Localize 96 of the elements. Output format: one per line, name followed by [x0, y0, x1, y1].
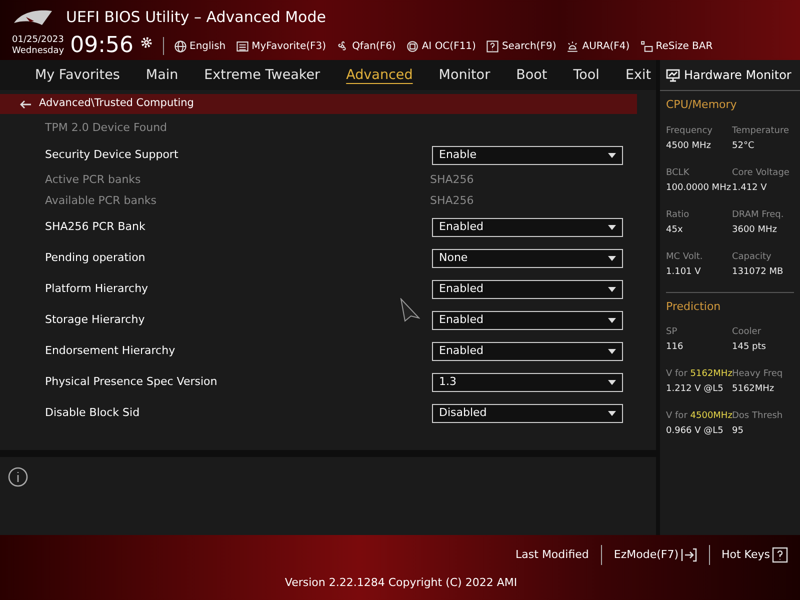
dropdown[interactable]: Enabled	[432, 342, 623, 361]
settings-icon[interactable]	[140, 36, 153, 48]
metric-value: 145 pts	[732, 341, 767, 354]
back-arrow-icon[interactable]	[20, 100, 31, 108]
metric-value: 116	[666, 341, 684, 354]
metric-value: 1.412 V	[732, 182, 768, 194]
caret-icon	[608, 256, 616, 261]
caret-icon	[608, 318, 616, 323]
metric-label: BCLK	[666, 166, 690, 180]
setting-label: Platform Hierarchy	[45, 281, 150, 298]
metric-label: Core Voltage	[732, 166, 790, 180]
caret-icon	[608, 349, 616, 354]
date-text: 01/25/2023	[12, 35, 64, 46]
dropdown[interactable]: Enabled	[432, 280, 623, 299]
caret-icon	[608, 152, 616, 158]
metric-value: 5162MHz	[732, 383, 776, 396]
cursor-icon	[400, 298, 420, 322]
version-text: Version 2.22.1284 Copyright (C) 2022 AMI	[284, 575, 518, 591]
menu-tab[interactable]: Advanced	[346, 64, 413, 86]
setting-label: SHA256 PCR Bank	[45, 219, 146, 236]
dropdown[interactable]: Enabled	[432, 311, 623, 330]
toolbar-button[interactable]: AI OC(F11)	[406, 38, 476, 54]
logo-icon	[12, 8, 54, 26]
footer-button[interactable]: Hot Keys	[722, 546, 788, 564]
setting-label: Disable Block Sid	[45, 405, 141, 422]
metric-label: Cooler	[732, 326, 762, 339]
setting-label: TPM 2.0 Device Found	[45, 120, 168, 136]
setting-label: Physical Presence Spec Version	[45, 374, 218, 390]
menu-tab[interactable]: Main	[146, 64, 178, 86]
clock-text: 09:56	[70, 35, 134, 57]
metric-value: 0.966 V @L5	[666, 425, 724, 438]
metric-label: V for 4500MHz	[666, 410, 732, 423]
caret-icon	[608, 225, 616, 230]
panel-title: Hardware Monitor	[684, 67, 792, 84]
day-text: Wednesday	[12, 46, 64, 57]
metric-label: Heavy Freq	[732, 368, 784, 381]
metric-label: DRAM Freq.	[732, 208, 785, 222]
section-title: Prediction	[666, 298, 722, 314]
metric-value: 100.0000 MHz	[666, 182, 732, 194]
metric-value: 45x	[666, 224, 684, 236]
window-title: UEFI BIOS Utility – Advanced Mode	[66, 7, 326, 28]
dropdown[interactable]: Enabled	[432, 218, 623, 237]
help-icon	[486, 40, 499, 52]
help-icon	[772, 547, 788, 563]
metric-value: 4500 MHz	[666, 140, 712, 152]
toolbar-button[interactable]: MyFavorite(F3)	[236, 38, 326, 54]
dropdown[interactable]: None	[432, 249, 623, 268]
toolbar-button[interactable]: Qfan(F6)	[336, 38, 396, 54]
setting-label: Active PCR banks	[45, 172, 142, 188]
caret-icon	[608, 411, 616, 416]
toolbar-button[interactable]: AURA(F4)	[566, 38, 630, 54]
exit-icon	[680, 548, 696, 562]
dropdown[interactable]: 1.3	[432, 373, 623, 392]
setting-label: Storage Hierarchy	[45, 312, 146, 328]
setting-value: SHA256	[430, 172, 474, 188]
metric-label: MC Volt.	[666, 250, 704, 264]
metric-label: SP	[666, 326, 678, 339]
caret-icon	[608, 287, 616, 292]
breadcrumb-text: Advanced\Trusted Computing	[39, 96, 194, 112]
dropdown[interactable]: Enable	[432, 146, 623, 164]
setting-label: Endorsement Hierarchy	[45, 343, 176, 360]
setting-label: Available PCR banks	[45, 193, 158, 210]
menu-tab[interactable]: Extreme Tweaker	[204, 64, 320, 86]
metric-value: 131072 MB	[732, 266, 784, 278]
menu-tab[interactable]: Tool	[573, 64, 600, 86]
menu-tab[interactable]: My Favorites	[35, 64, 120, 86]
monitor-icon	[666, 68, 680, 82]
metric-value: 95	[732, 425, 744, 438]
footer-button[interactable]: EzMode(F7)	[614, 546, 696, 564]
setting-label: Security Device Support	[45, 146, 180, 163]
setting-label: Pending operation	[45, 250, 146, 266]
dropdown[interactable]: Disabled	[432, 404, 623, 423]
menu-tab[interactable]: Boot	[516, 64, 548, 86]
light-icon	[566, 40, 580, 52]
toolbar-button[interactable]: English	[174, 38, 226, 54]
menu-tab[interactable]: Exit	[625, 64, 652, 86]
toolbar-button[interactable]: ReSize BAR	[640, 38, 713, 54]
globe-icon	[174, 40, 187, 52]
metric-label: Temperature	[732, 124, 790, 138]
caret-icon	[608, 380, 616, 385]
metric-value: 1.101 V	[666, 266, 702, 278]
list-icon	[236, 40, 249, 52]
toolbar-button[interactable]: Search(F9)	[486, 38, 556, 54]
info-icon	[8, 467, 28, 487]
metric-value: 1.212 V @L5	[666, 383, 724, 396]
metric-label: Ratio	[666, 208, 690, 222]
metric-label: Frequency	[666, 124, 714, 138]
setting-value: SHA256	[430, 193, 474, 210]
section-title: CPU/Memory	[666, 97, 738, 113]
menu-tab[interactable]: Monitor	[438, 64, 490, 86]
metric-label: Capacity	[732, 250, 772, 264]
metric-value: 3600 MHz	[732, 224, 778, 236]
footer-button[interactable]: Last Modified	[516, 546, 589, 564]
metric-label: V for 5162MHz	[666, 368, 732, 381]
metric-value: 52°C	[732, 140, 756, 152]
metric-label: Dos Thresh	[732, 410, 784, 423]
